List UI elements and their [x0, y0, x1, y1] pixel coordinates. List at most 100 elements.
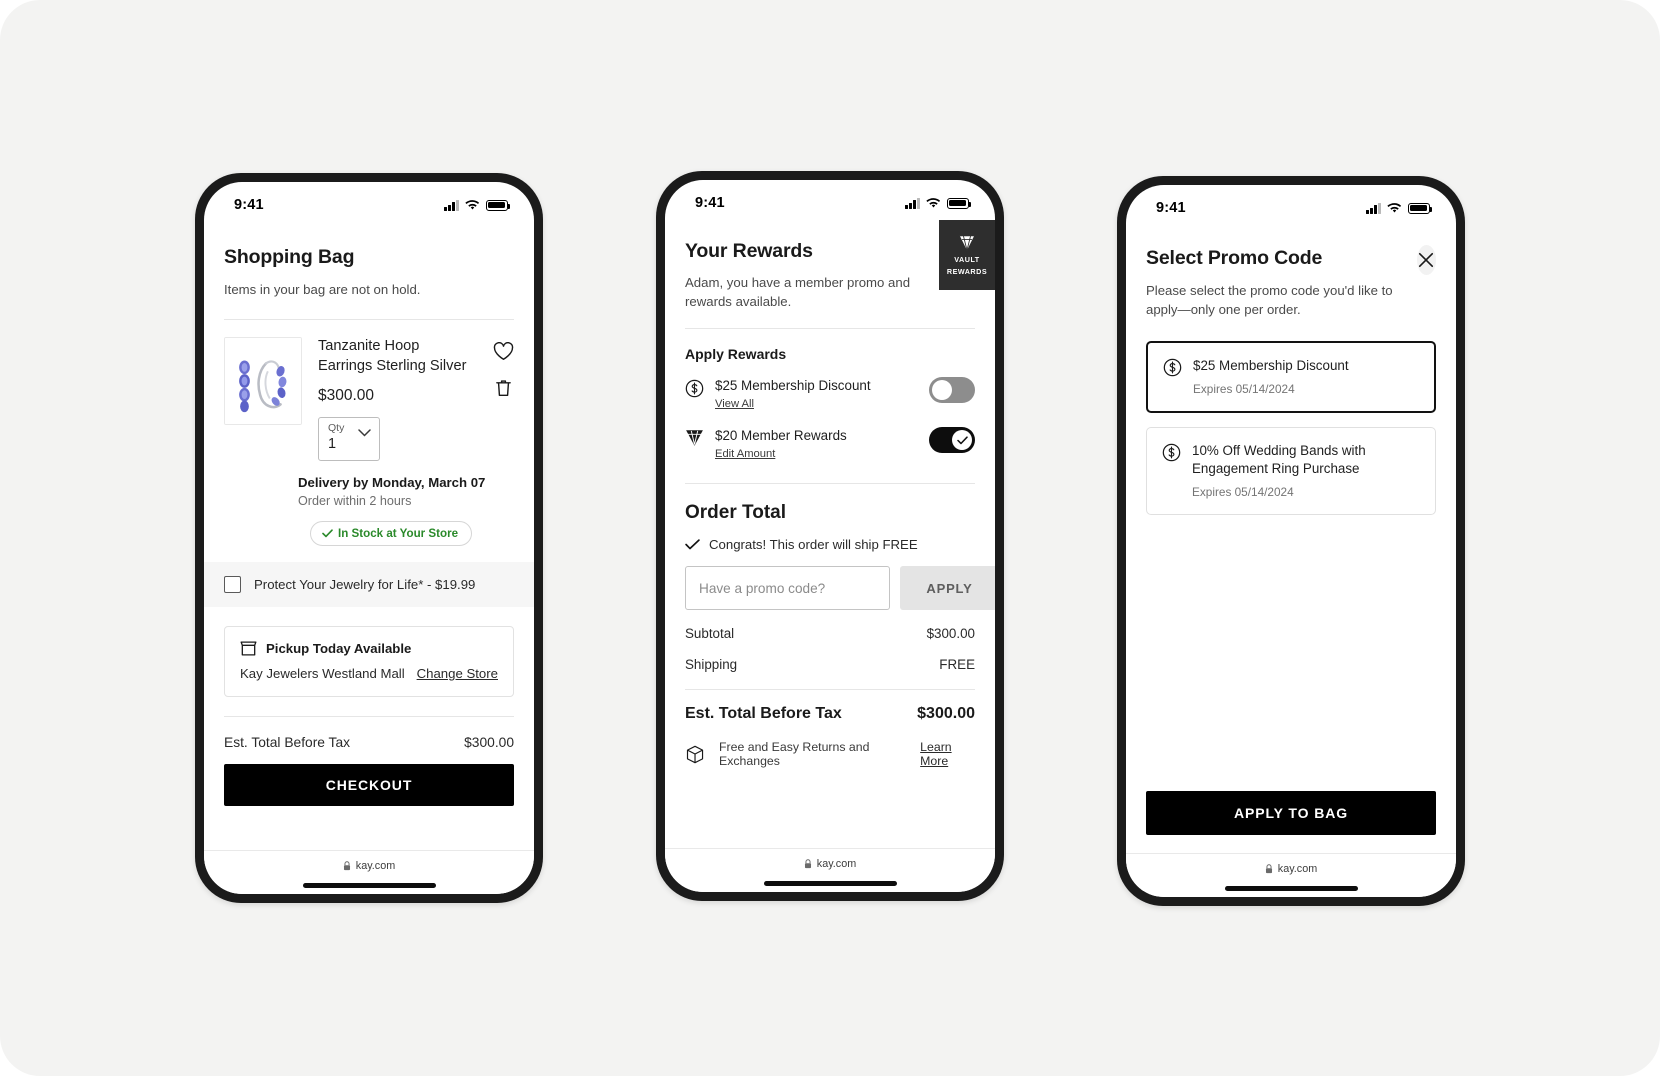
reward-text: $20 Member Rewards Edit Amount [715, 428, 918, 462]
promo-code-title: $25 Membership Discount [1193, 358, 1349, 374]
stock-badge-label: In Stock at Your Store [338, 526, 459, 540]
check-icon [322, 529, 333, 538]
pickup-store-name: Kay Jewelers Westland Mall [240, 665, 405, 681]
delivery-info: Delivery by Monday, March 07 Order withi… [298, 461, 534, 546]
home-indicator [302, 883, 436, 888]
url-text: kay.com [1277, 863, 1318, 875]
promo-code-body: Select Promo Code Please select the prom… [1126, 225, 1456, 853]
dollar-circle-icon [1163, 358, 1182, 377]
shipping-label: Shipping [685, 657, 738, 673]
promo-code-input[interactable] [685, 566, 890, 611]
close-icon[interactable] [1416, 245, 1436, 275]
box-icon [686, 745, 704, 764]
promo-code-option-selected[interactable]: $25 Membership Discount Expires 05/14/20… [1146, 341, 1436, 414]
shipping-row: Shipping FREE [685, 657, 975, 672]
change-store-link[interactable]: Change Store [417, 666, 498, 681]
diamond-outline-icon [685, 429, 704, 448]
grand-total-label: Est. Total Before Tax [685, 705, 842, 723]
delivery-headline: Delivery by Monday, March 07 [298, 474, 486, 490]
estimated-total-row: Est. Total Before Tax $300.00 [204, 717, 534, 750]
home-indicator [763, 881, 897, 886]
apply-rewards-heading-wrap: Apply Rewards [665, 329, 995, 362]
heart-icon[interactable] [492, 340, 514, 362]
grand-total-value: $300.00 [917, 705, 975, 723]
product-title[interactable]: Tanzanite Hoop Earrings Sterling Silver [318, 337, 476, 376]
wifi-icon [465, 199, 480, 209]
status-badge: In Stock at Your Store [310, 520, 473, 546]
status-indicators [444, 199, 511, 211]
pickup-header: Pickup Today Available [240, 641, 498, 656]
promo-code-option[interactable]: 10% Off Wedding Bands with Engagement Ri… [1146, 427, 1436, 515]
protection-plan-row[interactable]: Protect Your Jewelry for Life* - $19.99 [204, 561, 534, 607]
status-bar: 9:41 [1126, 185, 1456, 225]
edit-amount-link[interactable]: Edit Amount [715, 448, 775, 460]
dollar-circle-icon [685, 379, 704, 398]
protection-checkbox[interactable] [224, 575, 241, 593]
reward-row-membership-discount: $25 Membership Discount View All [665, 377, 995, 412]
check-icon [685, 539, 700, 550]
page-header: Select Promo Code Please select the prom… [1126, 225, 1456, 319]
url-row[interactable]: kay.com [343, 860, 395, 872]
product-actions [492, 337, 514, 461]
returns-row: Free and Easy Returns and Exchanges Lear… [665, 723, 995, 768]
url-text: kay.com [355, 860, 396, 872]
reward-toggle-membership-discount[interactable] [929, 377, 975, 404]
product-image[interactable] [224, 337, 302, 426]
pickup-card: Pickup Today Available Kay Jewelers West… [224, 625, 514, 697]
toggle-knob [932, 380, 952, 401]
header-text: Your Rewards Adam, you have a member pro… [685, 240, 939, 311]
checkout-button[interactable]: CHECKOUT [224, 763, 514, 806]
product-info: Tanzanite Hoop Earrings Sterling Silver … [318, 337, 476, 461]
apply-promo-button[interactable]: APPLY [900, 566, 995, 611]
protection-label: Protect Your Jewelry for Life* - $19.99 [254, 576, 476, 592]
status-bar: 9:41 [204, 182, 534, 222]
subtotal-label: Subtotal [685, 626, 735, 642]
dollar-circle-icon [1162, 443, 1181, 462]
cellular-signal-icon [905, 197, 920, 209]
trash-icon[interactable] [492, 377, 514, 399]
home-indicator [1224, 886, 1358, 891]
promo-code-row: APPLY [685, 566, 995, 611]
view-all-link[interactable]: View All [715, 398, 754, 410]
apply-rewards-heading: Apply Rewards [685, 346, 787, 363]
store-icon [240, 641, 257, 656]
status-time: 9:41 [234, 197, 264, 213]
reward-row-member-rewards: $20 Member Rewards Edit Amount [665, 427, 995, 462]
reward-text: $25 Membership Discount View All [715, 378, 918, 412]
quantity-stepper[interactable]: Qty 1 [318, 416, 380, 461]
promo-code-text: 10% Off Wedding Bands with Engagement Ri… [1192, 442, 1420, 499]
reward-toggle-member-rewards[interactable] [929, 427, 975, 454]
status-bar: 9:41 [665, 180, 995, 220]
lock-icon [1265, 864, 1272, 874]
grand-total-row: Est. Total Before Tax $300.00 [665, 690, 995, 723]
order-total-heading: Order Total [685, 502, 786, 524]
order-total-section: Order Total Congrats! This order will sh… [665, 484, 995, 672]
screen-select-promo-code: 9:41 Select Promo Code Please select the… [1126, 185, 1456, 897]
page-title: Shopping Bag [224, 246, 355, 268]
phone-shopping-bag: 9:41 Shopping Bag Items in your bag are … [195, 173, 543, 903]
apply-to-bag-button[interactable]: APPLY TO BAG [1146, 791, 1436, 835]
promo-code-text: $25 Membership Discount Expires 05/14/20… [1193, 357, 1419, 396]
promo-code-expiry: Expires 05/14/2024 [1193, 382, 1295, 397]
promo-code-expiry: Expires 05/14/2024 [1192, 484, 1294, 499]
battery-icon [947, 197, 972, 209]
learn-more-link[interactable]: Learn More [920, 740, 975, 768]
page-subtitle: Adam, you have a member promo and reward… [685, 275, 911, 310]
url-row[interactable]: kay.com [1265, 863, 1317, 875]
page-subtitle: Items in your bag are not on hold. [224, 282, 421, 297]
browser-footer: kay.com [204, 850, 534, 894]
rewards-body: Your Rewards Adam, you have a member pro… [665, 220, 995, 848]
screen-your-rewards: 9:41 Your Rewards Adam, you have a membe… [665, 180, 995, 892]
reward-title: $25 Membership Discount [715, 378, 871, 394]
shopping-bag-body: Shopping Bag Items in your bag are not o… [204, 222, 534, 850]
subtotal-row: Subtotal $300.00 [685, 626, 975, 641]
page-header: Shopping Bag Items in your bag are not o… [204, 222, 534, 299]
url-row[interactable]: kay.com [804, 858, 856, 870]
battery-icon [486, 199, 511, 211]
page-title: Select Promo Code [1146, 247, 1323, 269]
pickup-headline: Pickup Today Available [266, 640, 412, 656]
